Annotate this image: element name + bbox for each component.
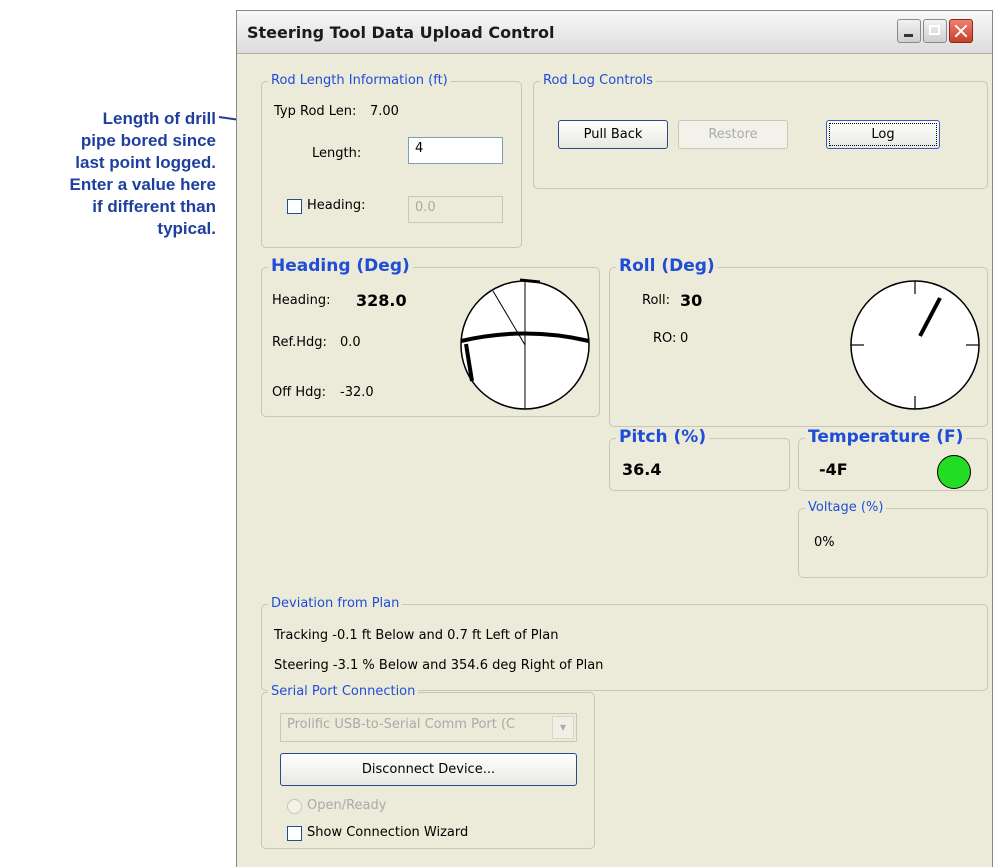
heading-input[interactable]: 0.0	[408, 196, 503, 223]
pull-back-button[interactable]: Pull Back	[558, 120, 668, 149]
serial-port-legend: Serial Port Connection	[268, 684, 419, 700]
deviation-group: Deviation from Plan Tracking -0.1 ft Bel…	[261, 596, 988, 691]
heading-gauge	[460, 278, 590, 410]
maximize-button[interactable]	[923, 19, 947, 43]
open-ready-radio[interactable]	[287, 799, 302, 814]
show-wizard-checkbox[interactable]	[287, 826, 302, 841]
temperature-group: Temperature (F) -4F	[798, 427, 988, 491]
rod-length-legend: Rod Length Information (ft)	[268, 73, 451, 89]
close-button[interactable]	[949, 19, 973, 43]
title-bar[interactable]: Steering Tool Data Upload Control	[237, 11, 992, 54]
pitch-legend: Pitch (%)	[616, 427, 710, 447]
rod-length-group: Rod Length Information (ft) Typ Rod Len:…	[261, 73, 522, 248]
port-select-value: Prolific USB-to-Serial Comm Port (C	[287, 717, 516, 732]
temperature-value: -4F	[819, 460, 848, 479]
port-select[interactable]: Prolific USB-to-Serial Comm Port (C	[280, 713, 577, 742]
tracking-text: Tracking -0.1 ft Below and 0.7 ft Left o…	[274, 628, 559, 643]
length-label: Length:	[312, 146, 362, 161]
chevron-down-icon[interactable]: ▾	[552, 716, 574, 739]
heading-group: Heading (Deg) Heading: 328.0 Ref.Hdg: 0.…	[261, 256, 600, 417]
voltage-value: 0%	[814, 535, 835, 550]
temperature-indicator-icon	[937, 455, 971, 489]
off-hdg-value: -32.0	[340, 385, 374, 400]
ro-label: RO:	[653, 331, 677, 346]
voltage-legend: Voltage (%)	[805, 500, 887, 516]
roll-group: Roll (Deg) Roll: 30 RO: 0	[609, 256, 988, 427]
steering-text: Steering -3.1 % Below and 354.6 deg Righ…	[274, 658, 604, 673]
length-input[interactable]: 4	[408, 137, 503, 164]
open-ready-label: Open/Ready	[307, 798, 387, 813]
heading-legend: Heading (Deg)	[268, 256, 413, 276]
roll-label: Roll:	[642, 293, 671, 308]
temperature-legend: Temperature (F)	[805, 427, 967, 447]
roll-legend: Roll (Deg)	[616, 256, 718, 276]
restore-button[interactable]: Restore	[678, 120, 788, 149]
serial-port-group: Serial Port Connection Prolific USB-to-S…	[261, 684, 595, 849]
typ-rod-len-label: Typ Rod Len:	[274, 104, 357, 119]
heading-value: 328.0	[356, 291, 407, 310]
show-wizard-label: Show Connection Wizard	[307, 825, 469, 840]
pitch-value: 36.4	[622, 460, 662, 479]
disconnect-device-button[interactable]: Disconnect Device...	[280, 753, 577, 786]
ref-hdg-label: Ref.Hdg:	[272, 335, 327, 350]
rod-log-group: Rod Log Controls Pull Back Restore Log	[533, 73, 988, 189]
deviation-legend: Deviation from Plan	[268, 596, 403, 612]
window-title: Steering Tool Data Upload Control	[247, 23, 555, 42]
rod-log-legend: Rod Log Controls	[540, 73, 656, 89]
typ-rod-len-value: 7.00	[370, 104, 399, 119]
voltage-group: Voltage (%) 0%	[798, 500, 988, 578]
off-hdg-label: Off Hdg:	[272, 385, 326, 400]
heading-checkbox-label: Heading:	[307, 198, 366, 213]
minimize-button[interactable]	[897, 19, 921, 43]
heading-label: Heading:	[272, 293, 331, 308]
app-window: Steering Tool Data Upload Control Rod Le…	[236, 10, 993, 867]
pitch-group: Pitch (%) 36.4	[609, 427, 790, 491]
ro-value: 0	[680, 331, 689, 346]
roll-value: 30	[680, 291, 703, 310]
heading-checkbox[interactable]	[287, 199, 302, 214]
ref-hdg-value: 0.0	[340, 335, 361, 350]
log-button[interactable]: Log	[826, 120, 940, 149]
roll-gauge	[850, 280, 980, 410]
